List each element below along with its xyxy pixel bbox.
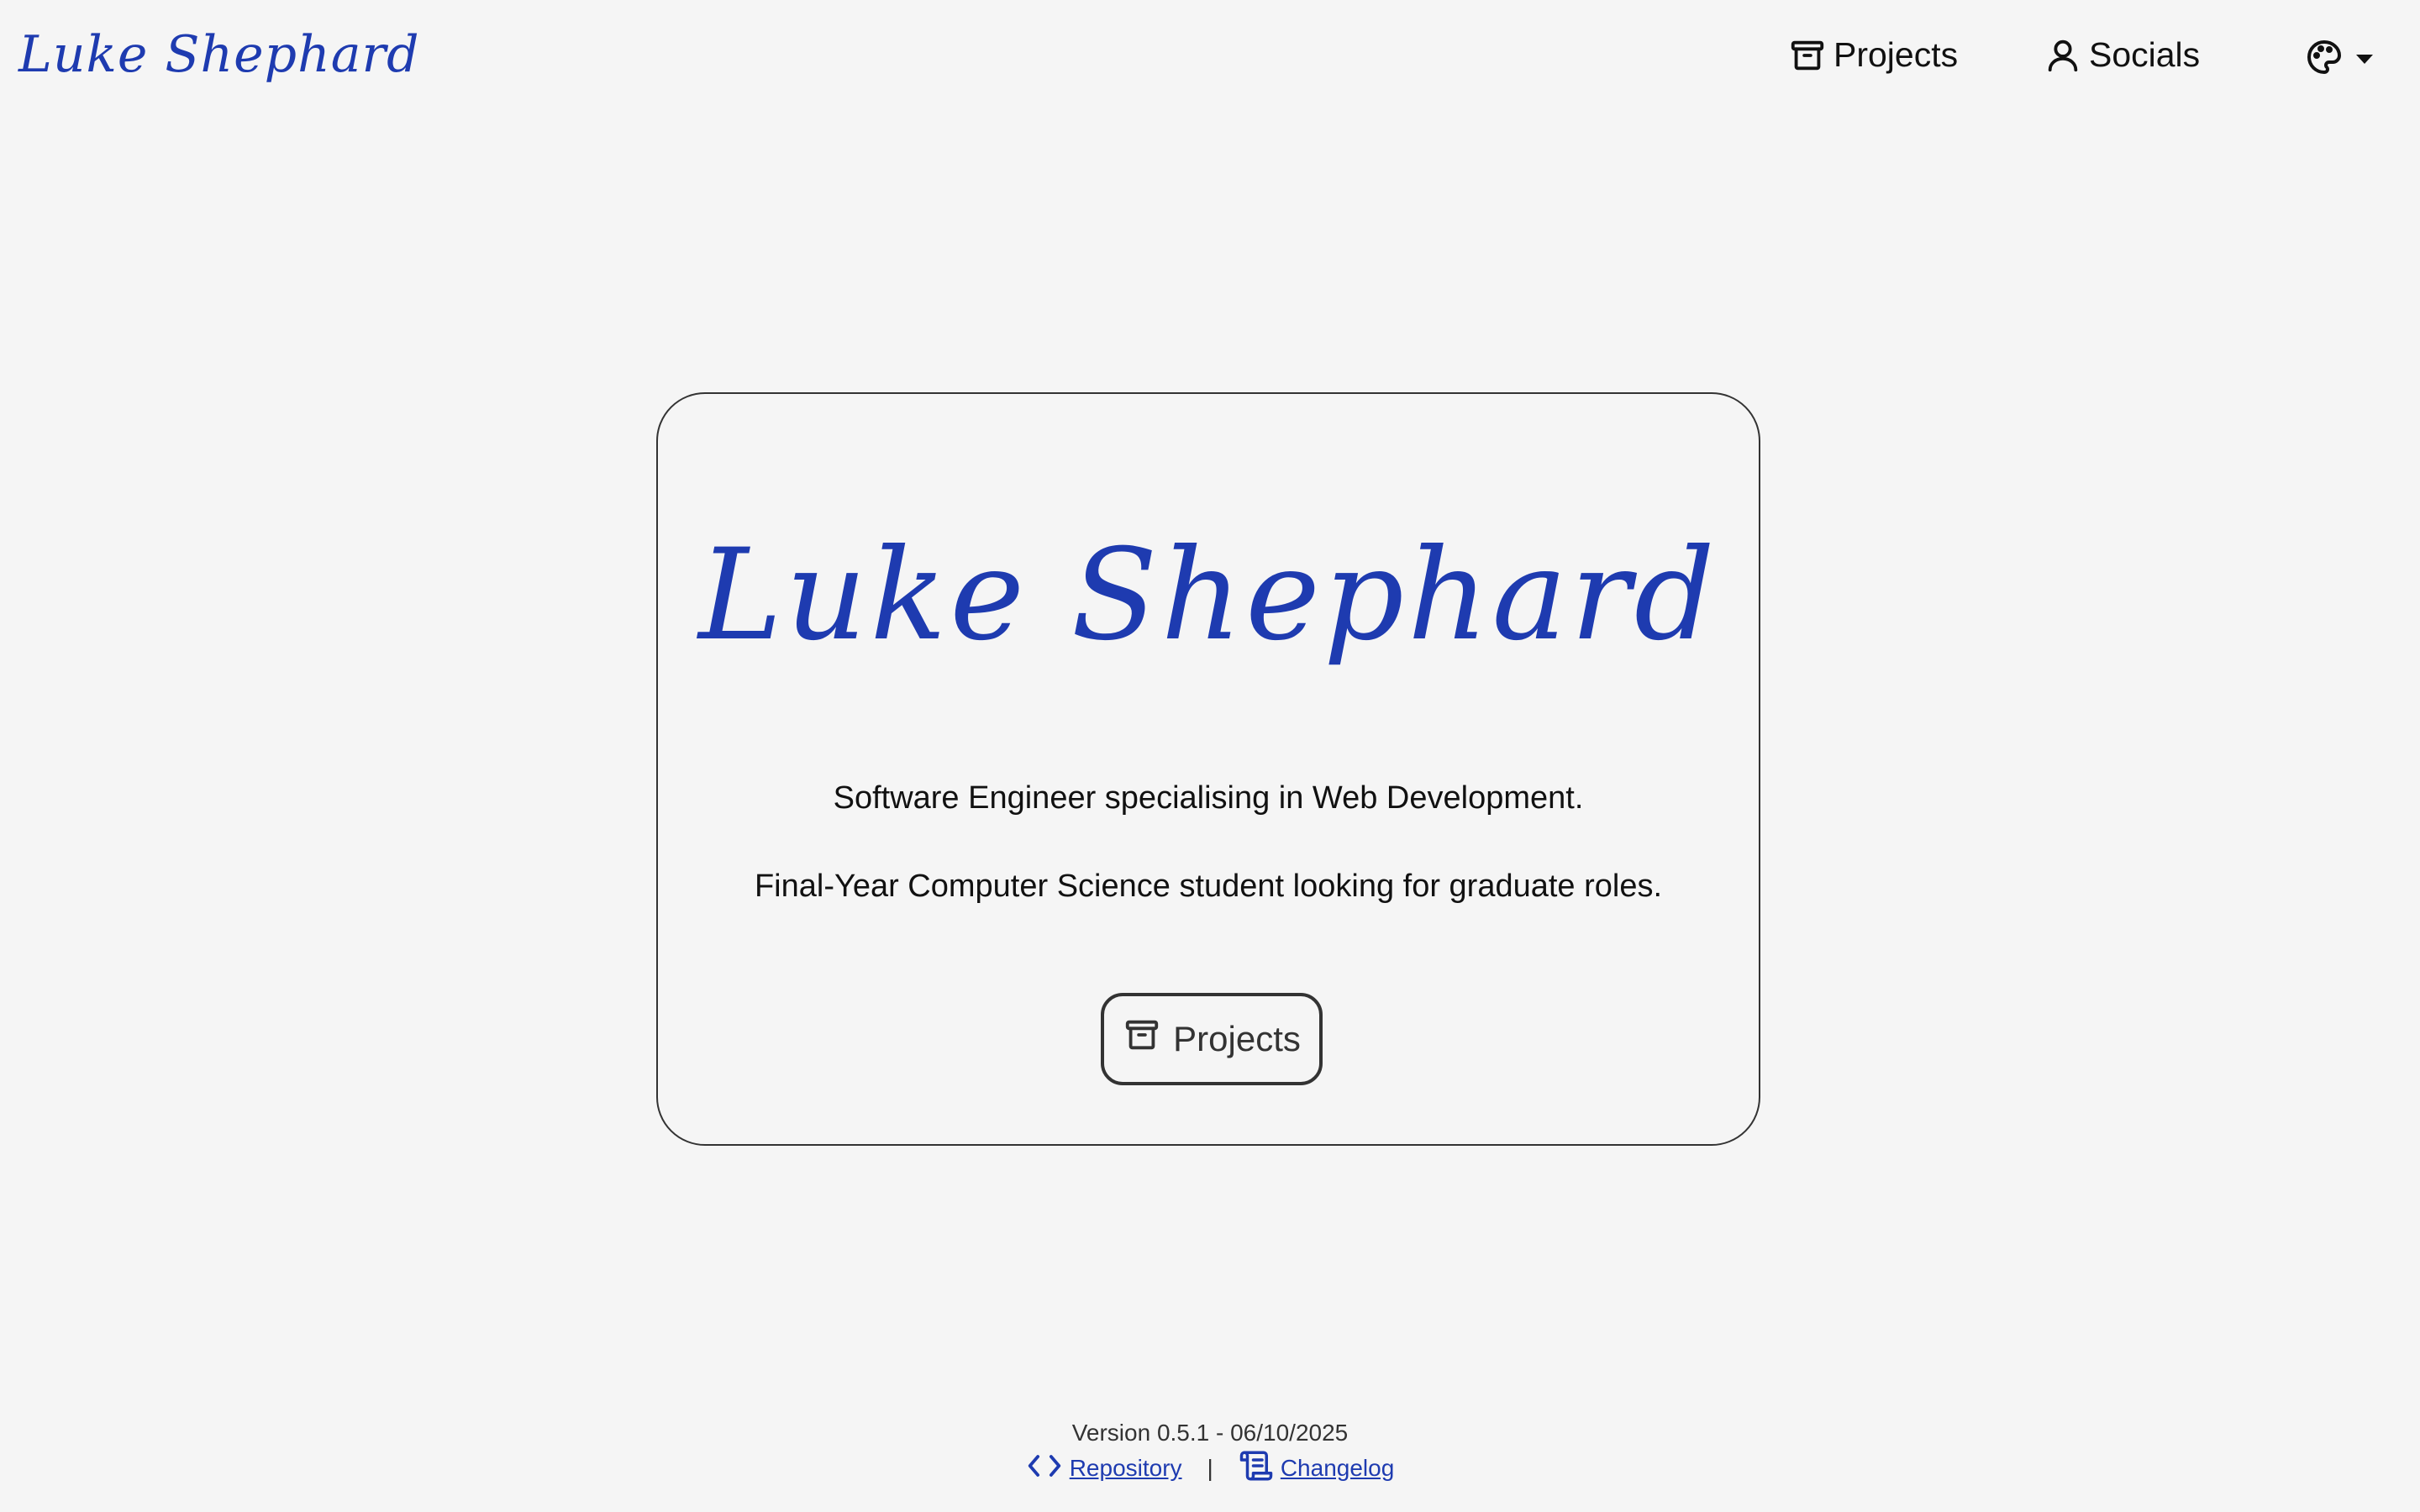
- version-text: Version 0.5.1 - 06/10/2025: [1071, 1420, 1349, 1446]
- brand-logo[interactable]: Luke Shephard: [18, 25, 420, 84]
- repository-label: Repository: [1069, 1455, 1182, 1481]
- repository-link[interactable]: Repository: [1026, 1452, 1182, 1486]
- changelog-link[interactable]: Changelog: [1239, 1448, 1394, 1489]
- hero-title: Luke Shephard: [698, 522, 1718, 669]
- tagline-primary: Software Engineer specialising in Web De…: [833, 780, 1584, 816]
- tagline-secondary: Final-Year Computer Science student look…: [754, 869, 1663, 904]
- nav-projects-label: Projects: [1833, 35, 1959, 74]
- site-header: Luke Shephard Projects Socials: [0, 0, 2420, 123]
- page: Luke Shephard Projects Socials Luke Shep…: [0, 0, 2420, 1512]
- theme-dropdown-button[interactable]: [2304, 37, 2373, 81]
- nav-socials-link[interactable]: Socials: [2044, 35, 2200, 75]
- nav-socials-label: Socials: [2089, 35, 2201, 74]
- archive-icon: [1123, 1016, 1161, 1063]
- chevron-down-icon: [2356, 55, 2373, 64]
- user-icon: [2044, 36, 2082, 75]
- archive-icon: [1788, 36, 1827, 75]
- intro-card: Luke Shephard Software Engineer speciali…: [656, 392, 1760, 1146]
- site-footer: Version 0.5.1 - 06/10/2025 Repository |: [0, 1416, 2420, 1487]
- code-icon: [1026, 1452, 1063, 1486]
- footer-separator: |: [1207, 1455, 1213, 1481]
- changelog-label: Changelog: [1280, 1455, 1395, 1481]
- scroll-icon: [1239, 1448, 1274, 1489]
- palette-icon: [2304, 37, 2344, 81]
- projects-button-label: Projects: [1173, 1019, 1301, 1058]
- projects-button[interactable]: Projects: [1101, 993, 1323, 1085]
- footer-links: Repository | Changelog: [0, 1450, 2420, 1487]
- nav-projects-link[interactable]: Projects: [1788, 35, 1958, 75]
